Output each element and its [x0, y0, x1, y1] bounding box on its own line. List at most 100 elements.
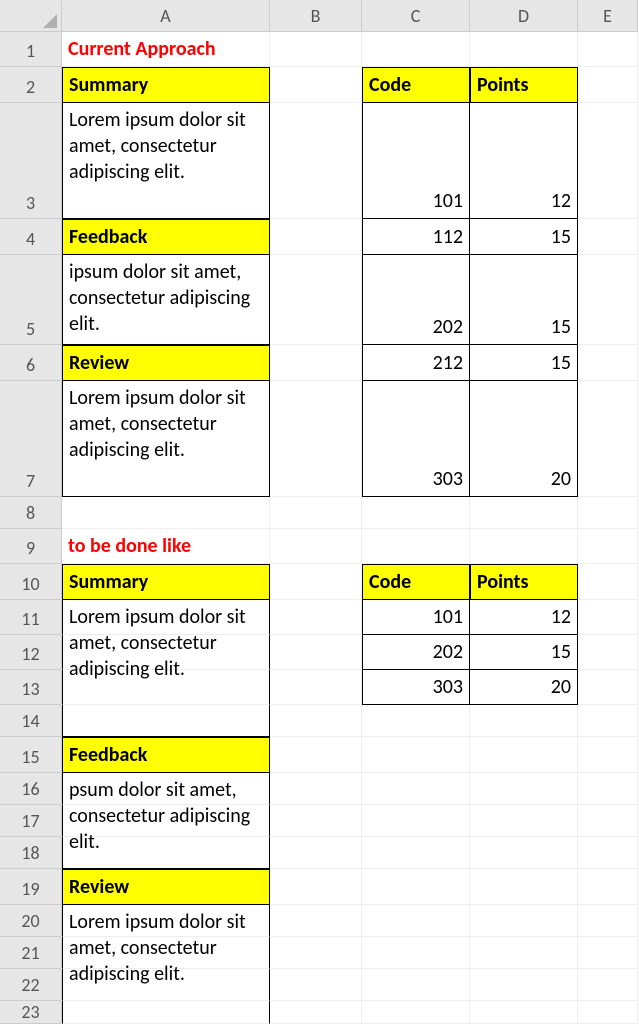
cell-B9[interactable] — [270, 529, 362, 564]
cell-B13[interactable] — [270, 670, 362, 705]
cell-A23[interactable] — [62, 1001, 270, 1024]
cell-E8[interactable] — [578, 497, 638, 529]
cell-A4[interactable]: Feedback — [62, 219, 270, 255]
col-header-E[interactable]: E — [578, 0, 638, 32]
cell-B10[interactable] — [270, 564, 362, 600]
row-header-7[interactable]: 7 — [0, 381, 62, 497]
cell-E21[interactable] — [578, 937, 638, 969]
cell-C21[interactable] — [362, 937, 470, 969]
cell-C8[interactable] — [362, 497, 470, 529]
cell-E16[interactable] — [578, 773, 638, 805]
cell-D12[interactable]: 15 — [470, 635, 578, 670]
cell-A22[interactable] — [62, 969, 270, 1001]
row-header-23[interactable]: 23 — [0, 1001, 62, 1024]
cell-E12[interactable] — [578, 635, 638, 670]
cell-C11[interactable]: 101 — [362, 600, 470, 635]
cell-C13[interactable]: 303 — [362, 670, 470, 705]
cell-E5[interactable] — [578, 255, 638, 345]
col-header-D[interactable]: D — [470, 0, 578, 32]
cell-B20[interactable] — [270, 905, 362, 937]
cell-E20[interactable] — [578, 905, 638, 937]
cell-D7[interactable]: 20 — [470, 381, 578, 497]
cell-E14[interactable] — [578, 705, 638, 737]
cell-D1[interactable] — [470, 32, 578, 67]
cell-B7[interactable] — [270, 381, 362, 497]
cell-E3[interactable] — [578, 103, 638, 219]
cell-C14[interactable] — [362, 705, 470, 737]
row-header-2[interactable]: 2 — [0, 67, 62, 103]
cell-B18[interactable] — [270, 837, 362, 869]
cell-C5[interactable]: 202 — [362, 255, 470, 345]
cell-B14[interactable] — [270, 705, 362, 737]
cell-C22[interactable] — [362, 969, 470, 1001]
cell-B22[interactable] — [270, 969, 362, 1001]
cell-C7[interactable]: 303 — [362, 381, 470, 497]
row-header-20[interactable]: 20 — [0, 905, 62, 937]
cell-B11[interactable] — [270, 600, 362, 635]
cell-D3[interactable]: 12 — [470, 103, 578, 219]
cell-A8[interactable] — [62, 497, 270, 529]
cell-E9[interactable] — [578, 529, 638, 564]
cell-D6[interactable]: 15 — [470, 345, 578, 381]
cell-E1[interactable] — [578, 32, 638, 67]
row-header-3[interactable]: 3 — [0, 103, 62, 219]
cell-C20[interactable] — [362, 905, 470, 937]
cell-C23[interactable] — [362, 1001, 470, 1024]
row-header-6[interactable]: 6 — [0, 345, 62, 381]
cell-D15[interactable] — [470, 737, 578, 773]
cell-E23[interactable] — [578, 1001, 638, 1024]
cell-C2[interactable]: Code — [362, 67, 470, 103]
cell-A14[interactable] — [62, 705, 270, 737]
cell-A3[interactable]: Lorem ipsum dolor sit amet, consectetur … — [62, 103, 270, 219]
cell-D20[interactable] — [470, 905, 578, 937]
row-header-13[interactable]: 13 — [0, 670, 62, 705]
row-header-21[interactable]: 21 — [0, 937, 62, 969]
col-header-C[interactable]: C — [362, 0, 470, 32]
cell-C15[interactable] — [362, 737, 470, 773]
cell-C4[interactable]: 112 — [362, 219, 470, 255]
cell-D14[interactable] — [470, 705, 578, 737]
cell-D11[interactable]: 12 — [470, 600, 578, 635]
cell-B19[interactable] — [270, 869, 362, 905]
cell-A18[interactable] — [62, 837, 270, 869]
cell-D13[interactable]: 20 — [470, 670, 578, 705]
cell-A11[interactable]: Lorem ipsum dolor sit amet, consectetur … — [62, 600, 270, 635]
cell-B16[interactable] — [270, 773, 362, 805]
cell-A13[interactable] — [62, 670, 270, 705]
row-header-8[interactable]: 8 — [0, 497, 62, 529]
cell-A1[interactable]: Current Approach — [62, 32, 270, 67]
row-header-22[interactable]: 22 — [0, 969, 62, 1001]
cell-B5[interactable] — [270, 255, 362, 345]
cell-E22[interactable] — [578, 969, 638, 1001]
cell-A16[interactable]: psum dolor sit amet, consectetur adipisc… — [62, 773, 270, 805]
cell-A5[interactable]: ipsum dolor sit amet, consectetur adipis… — [62, 255, 270, 345]
row-header-18[interactable]: 18 — [0, 837, 62, 869]
cell-A21[interactable] — [62, 937, 270, 969]
row-header-15[interactable]: 15 — [0, 737, 62, 773]
row-header-12[interactable]: 12 — [0, 635, 62, 670]
cell-B1[interactable] — [270, 32, 362, 67]
row-header-9[interactable]: 9 — [0, 529, 62, 564]
cell-B2[interactable] — [270, 67, 362, 103]
cell-D19[interactable] — [470, 869, 578, 905]
row-header-16[interactable]: 16 — [0, 773, 62, 805]
cell-B3[interactable] — [270, 103, 362, 219]
cell-E6[interactable] — [578, 345, 638, 381]
cell-C17[interactable] — [362, 805, 470, 837]
cell-E13[interactable] — [578, 670, 638, 705]
cell-C18[interactable] — [362, 837, 470, 869]
cell-E7[interactable] — [578, 381, 638, 497]
row-header-5[interactable]: 5 — [0, 255, 62, 345]
cell-D16[interactable] — [470, 773, 578, 805]
cell-C10[interactable]: Code — [362, 564, 470, 600]
cell-D21[interactable] — [470, 937, 578, 969]
cell-D9[interactable] — [470, 529, 578, 564]
row-header-10[interactable]: 10 — [0, 564, 62, 600]
cell-C6[interactable]: 212 — [362, 345, 470, 381]
cell-A9[interactable]: to be done like — [62, 529, 270, 564]
cell-D4[interactable]: 15 — [470, 219, 578, 255]
row-header-4[interactable]: 4 — [0, 219, 62, 255]
cell-E15[interactable] — [578, 737, 638, 773]
col-header-B[interactable]: B — [270, 0, 362, 32]
cell-A15[interactable]: Feedback — [62, 737, 270, 773]
